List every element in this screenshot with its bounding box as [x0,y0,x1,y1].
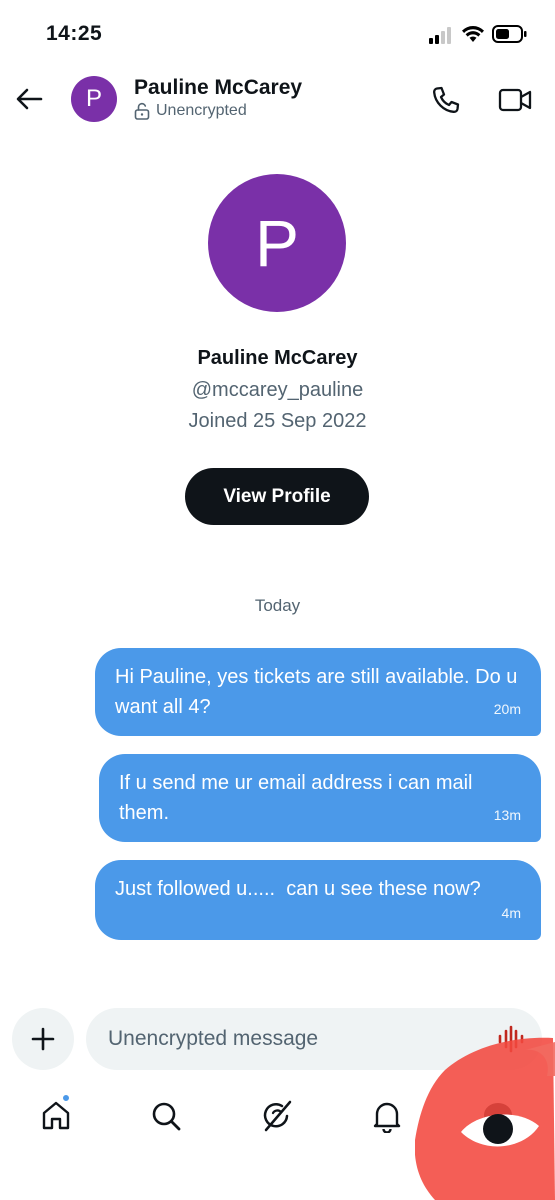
message-bubble[interactable]: Just followed u..... can u see these now… [95,860,541,940]
plus-icon [31,1027,55,1051]
red-scribble-overlay [415,1037,555,1200]
message-text: Hi Pauline, yes tickets are still availa… [115,666,518,718]
cellular-signal-icon [429,26,455,44]
contact-avatar[interactable]: P [71,76,117,122]
date-separator: Today [254,596,301,615]
status-bar: 14:25 [0,0,555,70]
phone-icon [433,86,460,113]
nav-notifications[interactable] [359,1088,415,1144]
search-icon [152,1102,181,1131]
view-profile-button[interactable]: View Profile [185,468,369,525]
message-text: If u send me ur email address i can mail… [119,772,473,824]
arrow-left-icon [16,88,43,110]
encryption-status: Unencrypted [134,102,247,120]
encryption-label: Unencrypted [156,102,247,119]
bell-icon [373,1102,401,1133]
add-attachment-button[interactable] [12,1008,74,1070]
status-time: 14:25 [46,22,103,45]
message-time: 20m [493,701,521,717]
nav-search[interactable] [138,1088,194,1144]
message-text: Just followed u..... can u see these now… [115,878,481,900]
message-bubble[interactable]: If u send me ur email address i can mail… [99,754,541,842]
message-bubble[interactable]: Hi Pauline, yes tickets are still availa… [95,648,541,736]
contact-name[interactable]: Pauline McCarey [134,76,302,100]
notification-dot [62,1094,70,1102]
profile-handle: @mccarey_pauline [191,379,364,401]
back-button[interactable] [12,82,46,116]
profile-name: Pauline McCarey [197,347,358,369]
message-time: 4m [501,905,521,921]
message-time: 13m [493,807,521,823]
nav-home[interactable] [28,1088,84,1144]
home-icon [42,1101,70,1130]
video-camera-icon [498,88,532,112]
profile-avatar: P [208,174,346,312]
video-call-button[interactable] [496,82,534,118]
voice-call-button[interactable] [428,82,464,118]
battery-icon [492,24,528,44]
nav-grok[interactable] [249,1088,305,1144]
grok-icon [263,1100,292,1132]
profile-joined-date: Joined 25 Sep 2022 [188,410,367,432]
conversation-header: P Pauline McCarey Unencrypted [0,70,555,130]
wifi-icon [461,24,485,44]
unlocked-icon [134,102,150,120]
